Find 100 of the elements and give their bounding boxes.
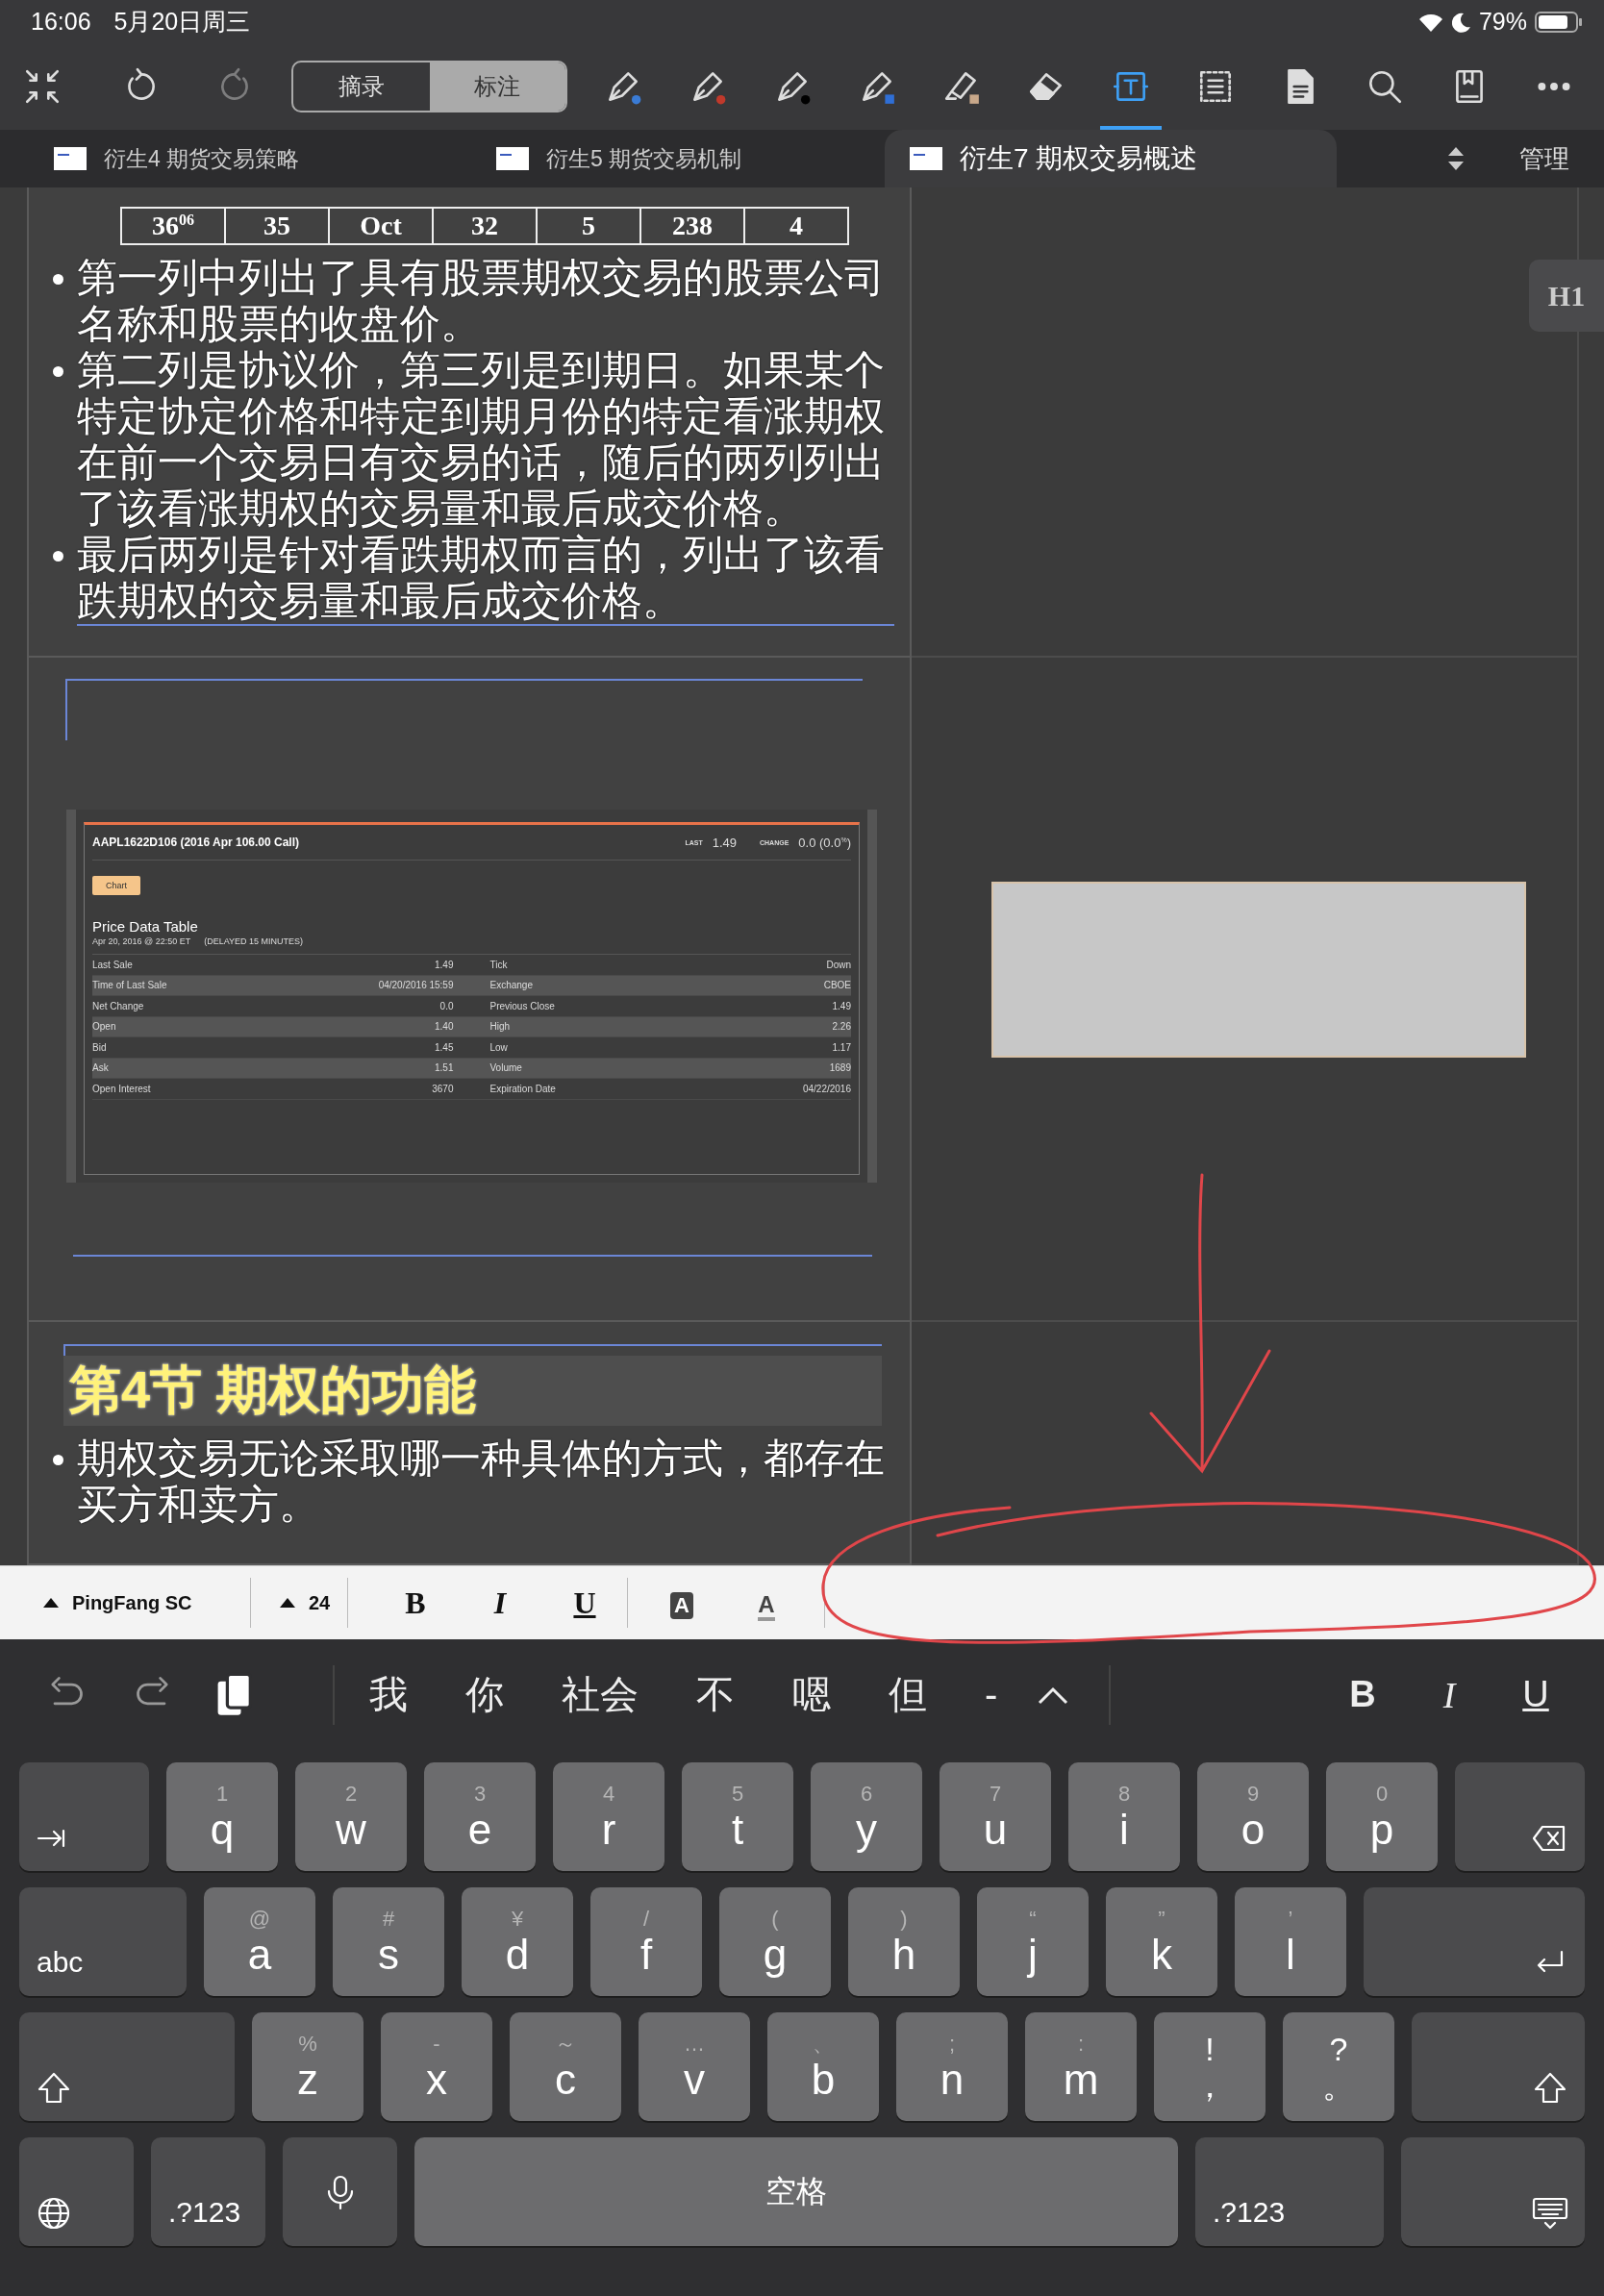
keyboard-key[interactable]: @ a	[204, 1887, 315, 1996]
table-cell-text: 3670	[431, 1082, 454, 1096]
keyboard-key[interactable]: 7 u	[940, 1762, 1051, 1871]
table-cell-text: CBOE	[822, 979, 851, 993]
chart-button[interactable]: Chart	[92, 876, 140, 895]
table-cell-text: 1.40	[434, 1020, 454, 1035]
suggestion-word[interactable]: 我	[369, 1668, 408, 1721]
table-cell-text: Down	[825, 958, 851, 972]
table-cell-text: Time of Last Sale	[92, 979, 168, 993]
font-size-dropdown[interactable]: 24	[251, 1591, 347, 1614]
keyboard-key[interactable]: 1 q	[166, 1762, 278, 1871]
manage-button[interactable]: 管理	[1519, 141, 1569, 176]
keyboard-key[interactable]: 2 w	[295, 1762, 407, 1871]
keyboard-key[interactable]: 9 o	[1197, 1762, 1309, 1871]
bullet-icon	[53, 551, 63, 562]
keyboard-key[interactable]: - x	[381, 2012, 492, 2121]
table-cell-text: Net Change	[92, 999, 145, 1013]
keyboard-key[interactable]: 0 p	[1326, 1762, 1438, 1871]
table-cell: 32	[433, 208, 537, 244]
italic-button[interactable]: I	[458, 1585, 542, 1621]
keyboard-key[interactable]: 4 r	[553, 1762, 664, 1871]
keyboard-key[interactable]: .?123	[1195, 2137, 1384, 2246]
table-cell-text: Bid	[92, 1040, 108, 1055]
keyboard-key[interactable]: # s	[333, 1887, 444, 1996]
keyboard-key[interactable]: … v	[639, 2012, 750, 2121]
keyboard-key[interactable]: ¥ d	[462, 1887, 573, 1996]
timestamp: Apr 20, 2016 @ 22:50 ET	[92, 936, 191, 946]
suggestion-word[interactable]: 你	[465, 1668, 504, 1721]
suggestion-word[interactable]: 不	[696, 1668, 735, 1721]
table-cell-text: 04/22/2016	[801, 1082, 851, 1096]
keyboard-key[interactable]: ! ，	[1154, 2012, 1266, 2121]
keyboard-key[interactable]: .?123	[151, 2137, 265, 2246]
keyboard-key[interactable]: ) h	[848, 1887, 960, 1996]
keyboard-key[interactable]: % z	[252, 2012, 363, 2121]
keyboard-key[interactable]: 3 e	[424, 1762, 536, 1871]
keyboard-key[interactable]: 8 i	[1068, 1762, 1180, 1871]
table-cell-text: 2.26	[831, 1020, 851, 1035]
table-cell: 238	[640, 208, 744, 244]
document-tab[interactable]: 衍生7 期权交易概述	[885, 130, 1337, 187]
table-cell: 36$^{06}$	[121, 208, 225, 244]
keyboard-key[interactable]: ～ c	[510, 2012, 621, 2121]
mode-tab[interactable]: 标注	[429, 62, 565, 111]
highlight-button[interactable]: A	[639, 1585, 724, 1621]
caret-icon	[43, 1598, 59, 1608]
table-cell-text: High	[489, 1020, 512, 1035]
font-dropdown[interactable]: PingFang SC	[0, 1591, 250, 1614]
table-cell-text: Previous Close	[489, 999, 556, 1013]
selection-indicator	[1100, 126, 1162, 130]
globe-key[interactable]	[19, 2137, 134, 2246]
change-value: 0.0 (0.0$^{%}$)	[798, 835, 851, 850]
keyboard-key[interactable]: / f	[590, 1887, 702, 1996]
document-thumbnail-icon	[54, 147, 87, 170]
keyboard-key[interactable]: abc	[19, 1887, 187, 1996]
bullet-icon	[53, 1455, 63, 1465]
sort-arrows-icon[interactable]	[1446, 145, 1466, 172]
moon-icon	[1451, 11, 1471, 33]
table-cell-text: Low	[489, 1040, 509, 1055]
keyboard-key[interactable]: : m	[1025, 2012, 1137, 2121]
table-cell-text: 0.0	[439, 999, 454, 1013]
table-cell-text: Exchange	[489, 979, 534, 993]
date-text: 5月20日周三	[113, 7, 251, 37]
keyboard-key[interactable]: ? 。	[1283, 2012, 1394, 2121]
table-cell: 4	[744, 208, 848, 244]
document-tab[interactable]: 衍生4 期货交易策略	[29, 130, 471, 187]
delay-note: (DELAYED 15 MINUTES)	[204, 936, 304, 946]
battery-icon	[1535, 10, 1583, 34]
keyboard-key[interactable]: 5 t	[682, 1762, 793, 1871]
table-cell: 5	[537, 208, 640, 244]
keyboard-key[interactable]: ( g	[719, 1887, 831, 1996]
table-cell-text: 1.49	[831, 999, 851, 1013]
suggestion-word[interactable]: 社会	[562, 1668, 639, 1721]
document-tab[interactable]: 衍生5 期货交易机制	[471, 130, 885, 187]
text-color-button[interactable]: A	[724, 1585, 809, 1621]
table-cell-text: Ask	[92, 1061, 110, 1076]
keyboard-key[interactable]: ” k	[1106, 1887, 1217, 1996]
clock-time: 16:06	[31, 8, 91, 36]
suggestion-word[interactable]: 嗯	[792, 1668, 831, 1721]
text-style-button[interactable]: I	[1406, 1673, 1492, 1716]
heading-style-button[interactable]: H1	[1529, 260, 1604, 332]
bullet-icon	[53, 366, 63, 377]
table-cell-text: 1.45	[434, 1040, 454, 1055]
text-style-button[interactable]: B	[1319, 1674, 1406, 1715]
keyboard-key[interactable]: ; n	[896, 2012, 1008, 2121]
underline-button[interactable]: U	[542, 1585, 627, 1621]
suggestion-word[interactable]: -	[985, 1673, 998, 1716]
table-cell-text: 1.49	[434, 958, 454, 972]
keyboard-key[interactable]: “ j	[977, 1887, 1089, 1996]
keyboard-key[interactable]: 6 y	[811, 1762, 922, 1871]
last-price: 1.49	[712, 835, 737, 850]
table-cell-text: Tick	[489, 958, 509, 972]
bold-button[interactable]: B	[373, 1585, 458, 1621]
keyboard-key[interactable]: 、 b	[767, 2012, 879, 2121]
table-cell: 35	[225, 208, 329, 244]
space-key[interactable]: 空格	[414, 2137, 1178, 2246]
suggestion-word[interactable]: 但	[889, 1668, 927, 1721]
text-style-button[interactable]: U	[1492, 1674, 1579, 1715]
table-cell-text: Volume	[489, 1061, 523, 1076]
keyboard-key[interactable]: ’ l	[1235, 1887, 1346, 1996]
mode-tab[interactable]: 摘录	[293, 62, 430, 111]
bullet-icon	[53, 274, 63, 285]
